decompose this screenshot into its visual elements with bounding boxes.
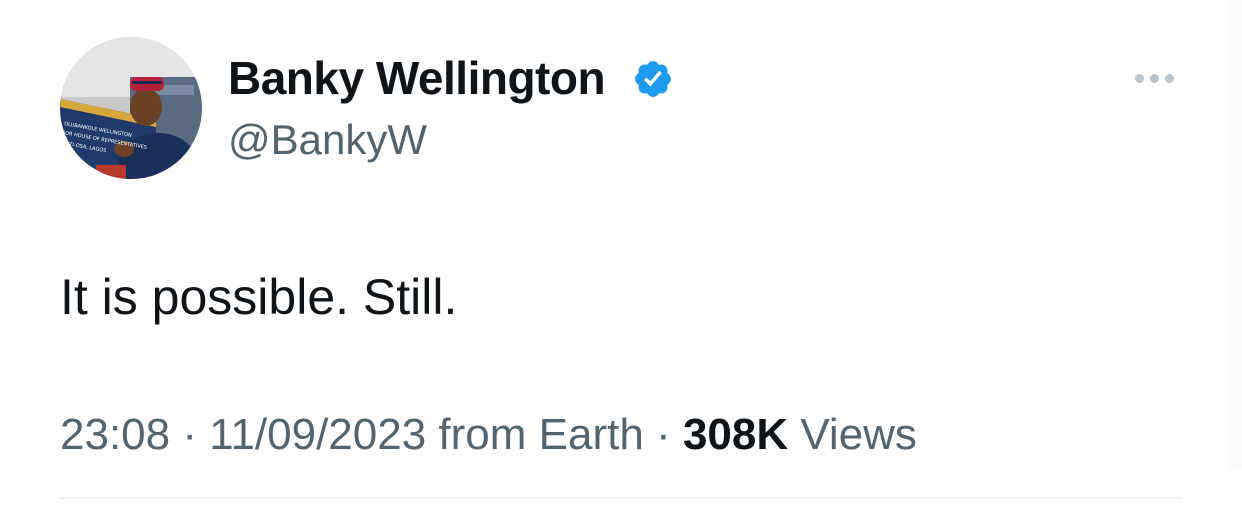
tweet-meta: 23:08 · 11/09/2023 from Earth · 308K Vie… (60, 408, 917, 462)
more-options-icon (1134, 73, 1144, 83)
meta-separator: · (182, 410, 197, 459)
scroll-edge (1228, 0, 1242, 470)
tweet-date[interactable]: 11/09/2023 (209, 410, 426, 459)
views-count[interactable]: 308K (683, 410, 788, 459)
more-options-button[interactable] (1126, 62, 1182, 94)
tweet-time[interactable]: 23:08 (60, 410, 170, 459)
avatar-image: OLUBANKOLE WELLINGTON FOR HOUSE OF REPRE… (60, 37, 202, 179)
tweet-text: It is possible. Still. (60, 269, 458, 325)
more-options-icon (1164, 73, 1174, 83)
views-label[interactable]: Views (800, 410, 917, 459)
display-name[interactable]: Banky Wellington (228, 50, 606, 106)
user-handle[interactable]: @BankyW (228, 114, 427, 166)
tweet-card: OLUBANKOLE WELLINGTON FOR HOUSE OF REPRE… (0, 0, 1242, 532)
more-options-icon (1149, 73, 1159, 83)
tweet-source: from Earth (438, 410, 644, 459)
divider (60, 497, 1182, 499)
meta-separator: · (656, 410, 671, 459)
verified-badge-icon (635, 61, 671, 97)
avatar[interactable]: OLUBANKOLE WELLINGTON FOR HOUSE OF REPRE… (60, 37, 202, 179)
